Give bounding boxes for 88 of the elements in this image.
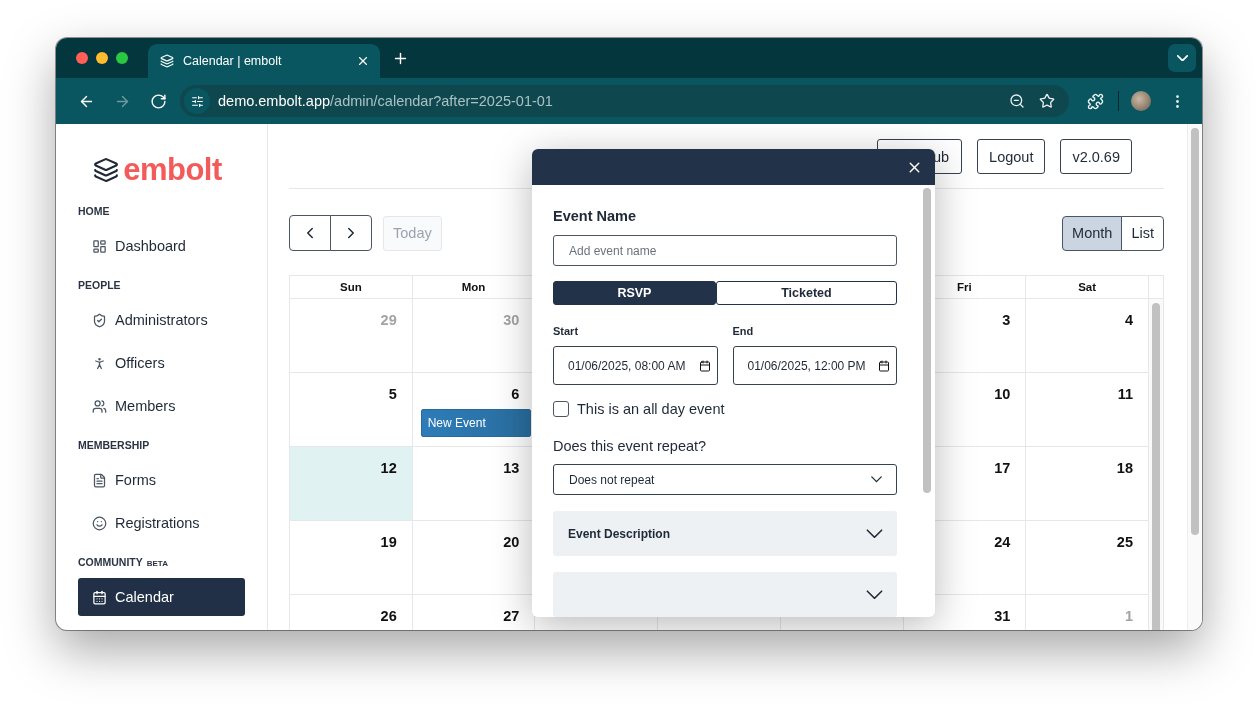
person-icon: [92, 355, 107, 371]
chevron-down-icon: [1176, 54, 1188, 62]
url-path: /admin/calendar?after=2025-01-01: [330, 93, 554, 109]
smiley-icon: [92, 515, 107, 531]
weekday-label: Mon: [461, 281, 486, 293]
day-number: 11: [1117, 386, 1133, 402]
calendar-event[interactable]: New Event: [420, 409, 532, 437]
sidebar-item[interactable]: Members: [78, 387, 245, 425]
day-number: 10: [994, 386, 1011, 402]
sidebar-item[interactable]: Dashboard: [78, 227, 245, 265]
checkbox[interactable]: [553, 401, 569, 418]
event-name-field[interactable]: Add event name: [553, 235, 897, 267]
checkbox-label[interactable]: This is an all day event: [577, 401, 725, 418]
shield-icon: [92, 312, 107, 328]
avatar[interactable]: [1131, 91, 1151, 111]
day-number: 19: [380, 534, 397, 550]
day-number: 6: [511, 386, 520, 402]
address-bar[interactable]: demo.embolt.app/admin/calendar?after=2025-01-01: [180, 85, 1069, 117]
day-number: 20: [503, 534, 520, 550]
grid-icon: [92, 238, 107, 254]
beta-label: BETA: [146, 559, 168, 568]
section-title: HOME: [78, 205, 110, 217]
day-number: 1: [1124, 608, 1133, 624]
zoom-out-icon[interactable]: [1009, 93, 1025, 109]
day-number: 29: [380, 312, 397, 328]
close-icon[interactable]: [356, 54, 370, 68]
day-number: 17: [994, 460, 1011, 476]
scrollbar[interactable]: [1149, 299, 1163, 630]
field-label: Event Name: [553, 207, 637, 226]
day-number: 3: [1002, 312, 1011, 328]
sidebar-item[interactable]: Calendar: [78, 578, 245, 616]
weekday-label: Sun: [340, 281, 362, 293]
ticket-type-tab[interactable]: Ticketed: [715, 281, 897, 306]
header-button[interactable]: v2.0.69: [1060, 139, 1132, 174]
next-button[interactable]: [330, 215, 372, 251]
view-tab[interactable]: Month: [1062, 215, 1123, 251]
day-number: 27: [503, 608, 520, 624]
day-number: 31: [994, 608, 1011, 624]
day-number: 24: [994, 534, 1011, 550]
day-number: 5: [388, 386, 397, 402]
sidebar-item[interactable]: Officers: [78, 344, 245, 382]
section-title: COMMUNITY: [78, 556, 143, 568]
calendar-icon: [92, 589, 107, 605]
minimize-window-button[interactable]: [96, 52, 108, 64]
calendar-icon[interactable]: [878, 359, 890, 372]
day-number: 25: [1116, 534, 1133, 550]
zoom-window-button[interactable]: [116, 52, 128, 64]
layers-icon: [160, 54, 174, 68]
section-title: MEMBERSHIP: [78, 439, 150, 451]
day-number: 13: [503, 460, 520, 476]
day-number: 30: [503, 312, 520, 328]
browser-tab[interactable]: Calendar | embolt: [148, 44, 380, 78]
chevron-down-icon: [866, 589, 883, 600]
day-number: 12: [380, 460, 397, 476]
logo-icon: [93, 157, 120, 183]
weekday-label: Sat: [1078, 281, 1097, 293]
header-button[interactable]: Logout: [977, 139, 1046, 174]
document-icon: [92, 472, 107, 488]
repeat-select[interactable]: Does not repeat: [553, 464, 897, 495]
people-icon: [92, 398, 107, 414]
tab-search-button[interactable]: [1168, 44, 1196, 72]
date-time-field[interactable]: 01/06/2025, 12:00 PM: [732, 346, 897, 386]
accordion-header[interactable]: Event Description: [553, 511, 897, 556]
site-settings-icon[interactable]: [190, 94, 204, 108]
star-icon[interactable]: [1039, 93, 1055, 109]
sidebar-item[interactable]: Registrations: [78, 504, 245, 542]
field-label: Does this event repeat?: [553, 437, 708, 457]
calendar-icon[interactable]: [698, 359, 711, 372]
chevron-down-icon: [866, 528, 883, 539]
day-number: 4: [1124, 312, 1133, 328]
url-host: demo.embolt.app: [218, 93, 331, 109]
day-number: 26: [380, 608, 397, 624]
sidebar-item[interactable]: Administrators: [78, 301, 245, 339]
ticket-type-tab[interactable]: RSVP: [553, 281, 716, 306]
page-scrollbar[interactable]: [1187, 124, 1202, 630]
chevron-down-icon: [871, 476, 882, 483]
day-number: 18: [1116, 460, 1133, 476]
view-tab[interactable]: List: [1121, 215, 1164, 251]
field-label: Start: [553, 324, 580, 339]
date-time-field[interactable]: 01/06/2025, 08:00 AM: [553, 346, 718, 386]
previous-button[interactable]: [289, 215, 331, 251]
field-label: End: [732, 324, 755, 339]
weekday-label: Fri: [957, 281, 972, 293]
puzzle-icon[interactable]: [1087, 92, 1104, 110]
section-title: PEOPLE: [78, 279, 121, 291]
close-window-button[interactable]: [76, 52, 88, 64]
sidebar-item[interactable]: Forms: [78, 461, 245, 499]
reload-icon[interactable]: [149, 92, 167, 110]
